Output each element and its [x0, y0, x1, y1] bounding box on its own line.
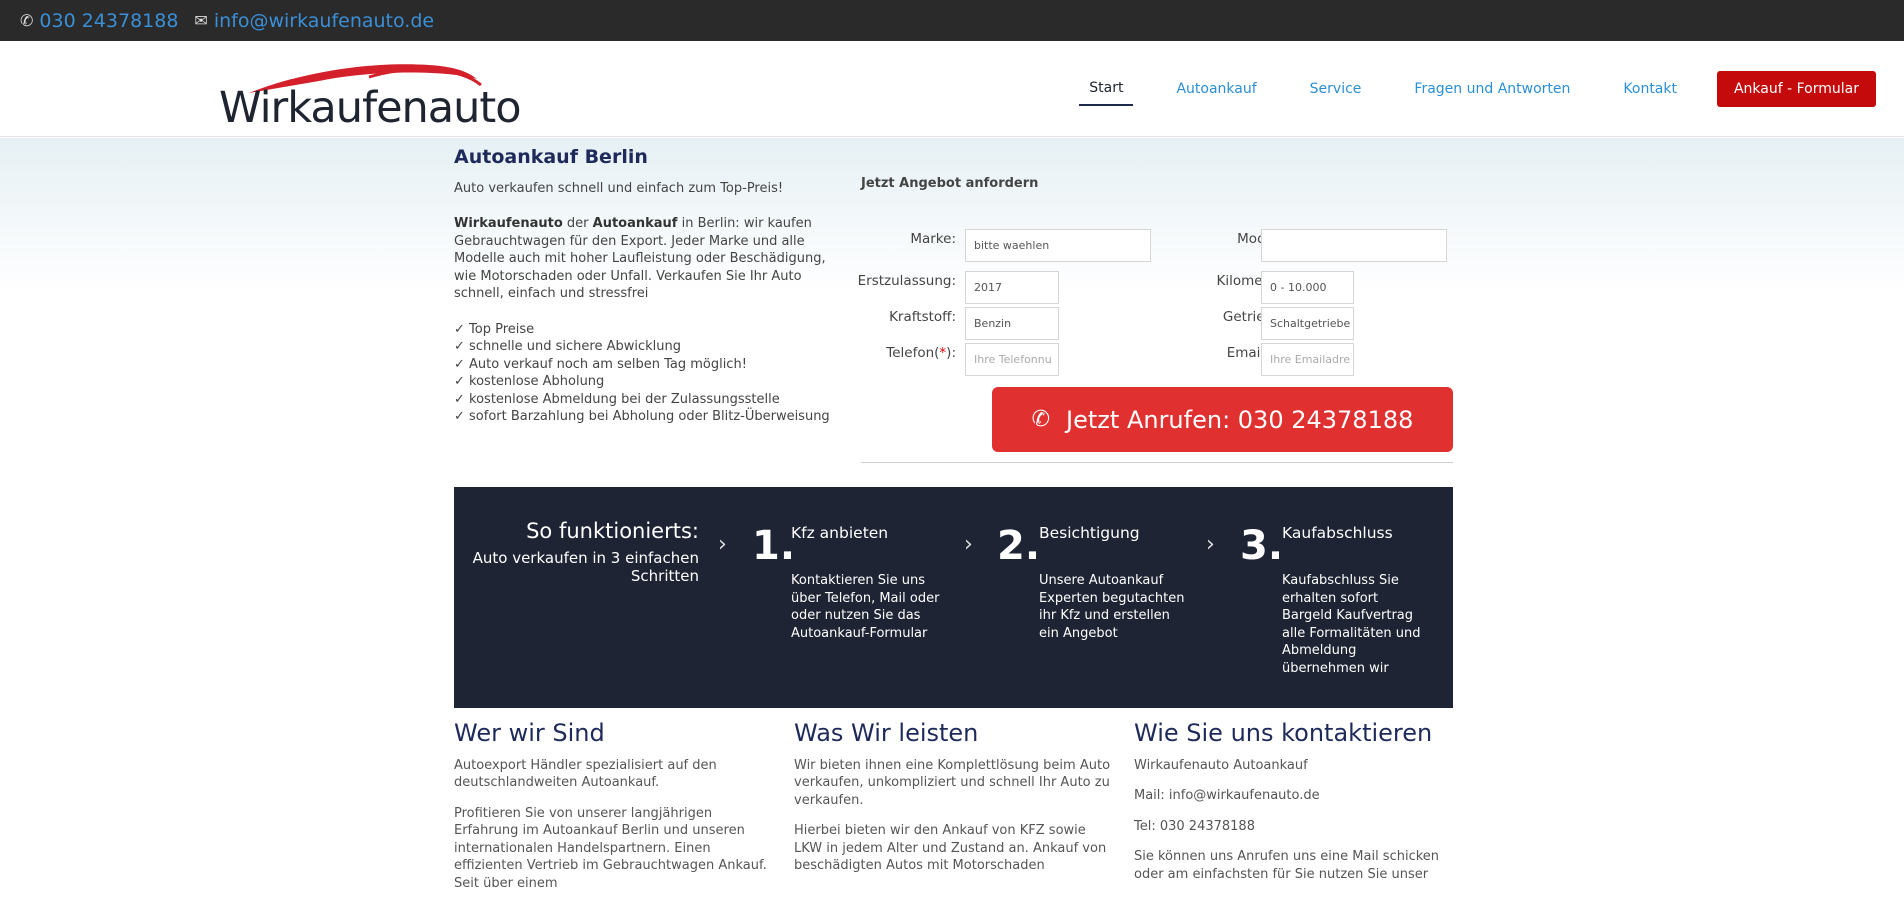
- column-text: Autoexport Händler spezialisiert auf den…: [454, 757, 717, 791]
- kilometer-select[interactable]: 0 - 10.000: [1261, 271, 1354, 304]
- column-text: Sie können uns Anrufen uns eine Mail sch…: [1134, 849, 1440, 882]
- phone-icon: ✆: [20, 11, 34, 30]
- nav-faq[interactable]: Fragen und Antworten: [1404, 73, 1580, 105]
- steps-lead: So funktionierts: Auto verkaufen in 3 ei…: [473, 519, 699, 585]
- intro-paragraph: Wirkaufenauto der Autoankauf in Berlin: …: [454, 215, 844, 303]
- offer-form-title: Jetzt Angebot anfordern: [861, 176, 1039, 191]
- step-text: Kontaktieren Sie uns über Telefon, Mail …: [791, 573, 940, 641]
- steps-title: So funktionierts:: [526, 519, 699, 543]
- intro-section: Autoankauf Berlin Auto verkaufen schnell…: [454, 146, 844, 426]
- benefit-item: ✓ Top Preise: [454, 321, 535, 337]
- how-it-works-panel: So funktionierts: Auto verkaufen in 3 ei…: [454, 487, 1453, 708]
- chevron-right-icon: ›: [964, 532, 973, 557]
- page: ✆ 030 24378188 ✉ info@wirkaufenauto.de W…: [0, 0, 1904, 897]
- benefit-item: ✓ sofort Barzahlung bei Abholung oder Bl…: [454, 409, 830, 424]
- telefon-label-close: ):: [946, 345, 956, 361]
- column-text: Mail: info@wirkaufenauto.de: [1134, 788, 1320, 803]
- email-input[interactable]: Ihre Emailadre: [1261, 343, 1354, 376]
- getriebe-select[interactable]: Schaltgetriebe: [1261, 307, 1354, 340]
- nav-kontakt[interactable]: Kontakt: [1613, 73, 1687, 105]
- erstzulassung-label: Erstzulassung:: [857, 273, 956, 289]
- column-text: Hierbei bieten wir den Ankauf von KFZ so…: [794, 823, 1107, 873]
- telefon-label: Telefon(*):: [856, 345, 956, 361]
- topbar-email-link[interactable]: ✉ info@wirkaufenauto.de: [194, 10, 434, 32]
- topbar-email: info@wirkaufenauto.de: [213, 9, 435, 32]
- benefit-list: ✓ Top Preise ✓ schnelle und sichere Abwi…: [454, 321, 844, 426]
- header: Wirkaufenauto Start Autoankauf Service F…: [0, 41, 1904, 137]
- offer-form: Jetzt Angebot anfordern: [861, 176, 1453, 229]
- call-now-label: Jetzt Anrufen: 030 24378188: [1066, 405, 1414, 434]
- column-what-we-do: Was Wir leisten Wir bieten ihnen eine Ko…: [794, 719, 1114, 888]
- column-who-we-are: Wer wir Sind Autoexport Händler speziali…: [454, 719, 774, 897]
- modell-input[interactable]: [1261, 229, 1447, 262]
- marke-label: Marke:: [910, 231, 956, 247]
- divider: [861, 462, 1453, 463]
- ankauf-formular-button[interactable]: Ankauf - Formular: [1716, 71, 1876, 107]
- intro-brand: Wirkaufenauto: [454, 216, 563, 231]
- step-title: Kfz anbieten: [791, 524, 889, 542]
- logo[interactable]: Wirkaufenauto: [219, 55, 544, 135]
- call-now-button[interactable]: ✆ Jetzt Anrufen: 030 24378188: [992, 387, 1453, 452]
- phone-icon: ✆: [1031, 407, 1051, 432]
- step-text: Unsere Autoankauf Experten begutachten i…: [1039, 573, 1185, 641]
- main-nav: Start Autoankauf Service Fragen und Antw…: [1046, 71, 1876, 107]
- top-bar: ✆ 030 24378188 ✉ info@wirkaufenauto.de: [0, 0, 1904, 41]
- nav-autoankauf[interactable]: Autoankauf: [1166, 73, 1266, 105]
- column-text: Profitieren Sie von unserer langjährigen…: [454, 805, 767, 891]
- step-title: Kaufabschluss: [1282, 524, 1393, 542]
- steps-subtitle-1: Auto verkaufen in 3 einfachen: [472, 549, 699, 567]
- intro-bold: Autoankauf: [592, 216, 678, 231]
- telefon-input[interactable]: Ihre Telefonnu: [965, 343, 1059, 376]
- step-number: 2.: [997, 523, 1041, 569]
- marke-select[interactable]: bitte waehlen: [965, 229, 1151, 262]
- intro-mid: der: [562, 216, 593, 231]
- column-text: Wirkaufenauto Autoankauf: [1134, 757, 1308, 773]
- erstzulassung-select[interactable]: 2017: [965, 271, 1059, 304]
- topbar-phone: 030 24378188: [39, 9, 179, 32]
- column-title: Was Wir leisten: [794, 719, 979, 747]
- step-number: 1.: [752, 523, 796, 569]
- benefit-item: ✓ Auto verkauf noch am selben Tag möglic…: [454, 356, 747, 372]
- column-contact: Wie Sie uns kontaktieren Wirkaufenauto A…: [1134, 719, 1454, 896]
- chevron-right-icon: ›: [718, 532, 727, 557]
- column-title: Wer wir Sind: [454, 719, 605, 747]
- kraftstoff-select[interactable]: Benzin: [965, 307, 1059, 340]
- benefit-item: ✓ schnelle und sichere Abwicklung: [454, 339, 682, 354]
- logo-text: Wirkaufenauto: [219, 83, 522, 133]
- nav-service[interactable]: Service: [1300, 73, 1372, 105]
- step-title: Besichtigung: [1039, 524, 1140, 542]
- column-text: Wir bieten ihnen eine Komplettlösung bei…: [794, 757, 1111, 808]
- intro-tagline: Auto verkaufen schnell und einfach zum T…: [454, 180, 784, 196]
- kraftstoff-label: Kraftstoff:: [889, 309, 956, 325]
- column-title: Wie Sie uns kontaktieren: [1134, 719, 1433, 747]
- step-number: 3.: [1240, 523, 1284, 569]
- chevron-right-icon: ›: [1206, 532, 1215, 557]
- steps-subtitle-2: Schritten: [630, 567, 699, 585]
- telefon-label-text: Telefon(: [886, 345, 940, 361]
- benefit-item: ✓ kostenlose Abmeldung bei der Zulassung…: [454, 391, 780, 407]
- envelope-icon: ✉: [194, 11, 208, 30]
- benefit-item: ✓ kostenlose Abholung: [454, 374, 605, 389]
- topbar-phone-link[interactable]: ✆ 030 24378188: [20, 10, 178, 32]
- nav-start[interactable]: Start: [1079, 72, 1134, 106]
- column-text: Tel: 030 24378188: [1134, 818, 1255, 834]
- step-text: Kaufabschluss Sie erhalten sofort Bargel…: [1282, 573, 1421, 676]
- page-title: Autoankauf Berlin: [454, 146, 648, 168]
